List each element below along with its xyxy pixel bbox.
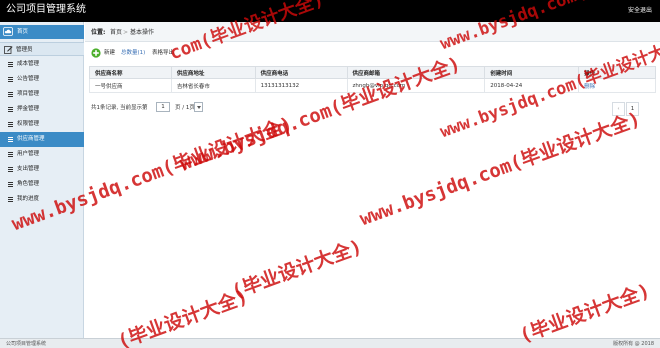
copyright-text: 版权所有 @ 2018 [613, 341, 654, 347]
sidebar-item-label: 用户管理 [17, 151, 40, 157]
toolbar: 新建 总数量(1) 表格导出 [91, 47, 391, 61]
menu-item-icon [8, 152, 13, 157]
sidebar-item-label: 项目管理 [17, 91, 40, 97]
sidebar: 首页 管理员 成本管理公告管理项目管理押金管理权限管理供应商管理用户管理支出管理… [0, 22, 84, 338]
page-number-input[interactable]: 1 [156, 102, 170, 112]
supplier-phone-cell: 13131313132 [254, 78, 348, 93]
column-header: 供应商电话 [254, 66, 348, 79]
menu-item-icon [8, 62, 13, 67]
supplier-name-cell: 一号供应商 [89, 78, 172, 93]
sidebar-item[interactable]: 用户管理 [0, 147, 84, 162]
sidebar-item[interactable]: 公告管理 [0, 72, 84, 87]
menu-item-icon [8, 197, 13, 202]
sidebar-item-label: 成本管理 [17, 61, 40, 67]
top-bar: 公司项目管理系统 安全退出 [0, 0, 660, 22]
menu-item-icon [8, 182, 13, 187]
table-header-row: 供应商名称 供应商地址 供应商电话 供应商邮箱 创建时间 操作 [89, 66, 656, 79]
sidebar-menu: 成本管理公告管理项目管理押金管理权限管理供应商管理用户管理支出管理角色管理我的进… [0, 57, 84, 207]
menu-item-icon [8, 107, 13, 112]
sidebar-item-label: 权限管理 [17, 121, 40, 127]
sidebar-item[interactable]: 押金管理 [0, 102, 84, 117]
menu-item-icon [8, 167, 13, 172]
supplier-address-cell: 吉林省长春市 [170, 78, 256, 93]
breadcrumb-position-label: 位置: [91, 29, 106, 36]
sidebar-admin-header[interactable]: 管理员 [0, 42, 84, 56]
delete-link[interactable]: 删除 [584, 84, 595, 90]
sidebar-item-label: 我的进度 [17, 196, 40, 202]
column-header: 供应商邮箱 [346, 66, 486, 79]
pager-record-text: 共1条记录, 当前显示第 [91, 105, 148, 111]
page-select-dropdown[interactable] [194, 102, 203, 112]
sidebar-home-tab[interactable]: 首页 [0, 25, 84, 39]
sidebar-admin-label: 管理员 [16, 47, 33, 53]
add-icon[interactable] [91, 48, 101, 58]
export-table-button[interactable]: 表格导出 [152, 49, 174, 58]
sidebar-item-label: 支出管理 [17, 166, 40, 172]
pager-total-text: 页 / 1页 [175, 105, 195, 111]
logout-link[interactable]: 安全退出 [628, 6, 652, 15]
sidebar-home-label: 首页 [17, 29, 29, 35]
menu-item-icon [8, 77, 13, 82]
column-header: 操作 [578, 66, 656, 79]
pager-info: 共1条记录, 当前显示第 1 页 / 1页 [91, 102, 351, 114]
sidebar-item-label: 角色管理 [17, 181, 40, 187]
add-button[interactable]: 新建 [104, 49, 115, 58]
breadcrumb-home-link[interactable]: 首页 [110, 28, 122, 37]
cloud-icon [3, 27, 13, 36]
prev-page-button[interactable]: ‹ [612, 102, 625, 116]
supplier-table: 供应商名称 供应商地址 供应商电话 供应商邮箱 创建时间 操作 一号供应商 吉林… [89, 66, 656, 93]
sidebar-item-label: 押金管理 [17, 106, 40, 112]
main-content: 位置: 首页 > 基本操作 新建 总数量(1) 表格导出 供应商名称 供应商地址… [85, 22, 660, 338]
sidebar-item[interactable]: 权限管理 [0, 117, 84, 132]
status-left-text: 公司项目管理系统 [6, 341, 47, 347]
created-time-cell: 2018-04-24 [484, 78, 580, 93]
sidebar-item-label: 公告管理 [17, 76, 40, 82]
total-count-link[interactable]: 总数量(1) [121, 49, 145, 58]
sidebar-item-label: 供应商管理 [17, 136, 45, 142]
pagination: ‹ 1 [612, 102, 652, 116]
breadcrumb-separator: > [123, 29, 129, 36]
action-cell: 删除 [578, 78, 656, 93]
sidebar-item[interactable]: 项目管理 [0, 87, 84, 102]
sidebar-item[interactable]: 角色管理 [0, 177, 84, 192]
column-header: 创建时间 [484, 66, 580, 79]
page-button-current[interactable]: 1 [626, 102, 639, 116]
breadcrumb-current: 基本操作 [130, 29, 155, 36]
app-title: 公司项目管理系统 [6, 4, 86, 15]
table-row[interactable]: 一号供应商 吉林省长春市 13131313132 zhngh@vip.qq.co… [89, 78, 656, 93]
sidebar-item[interactable]: 支出管理 [0, 162, 84, 177]
menu-item-icon [8, 122, 13, 127]
column-header: 供应商地址 [170, 66, 256, 79]
status-bar: 公司项目管理系统 版权所有 @ 2018 [0, 338, 660, 348]
sidebar-item[interactable]: 我的进度 [0, 192, 84, 207]
edit-icon [4, 46, 13, 54]
menu-item-icon [8, 92, 13, 97]
breadcrumb: 位置: 首页 > 基本操作 [85, 22, 660, 42]
column-header: 供应商名称 [89, 66, 172, 79]
menu-item-icon [8, 137, 13, 142]
supplier-email-cell: zhngh@vip.qq.com [346, 78, 486, 93]
sidebar-item[interactable]: 成本管理 [0, 57, 84, 72]
sidebar-item[interactable]: 供应商管理 [0, 132, 84, 147]
